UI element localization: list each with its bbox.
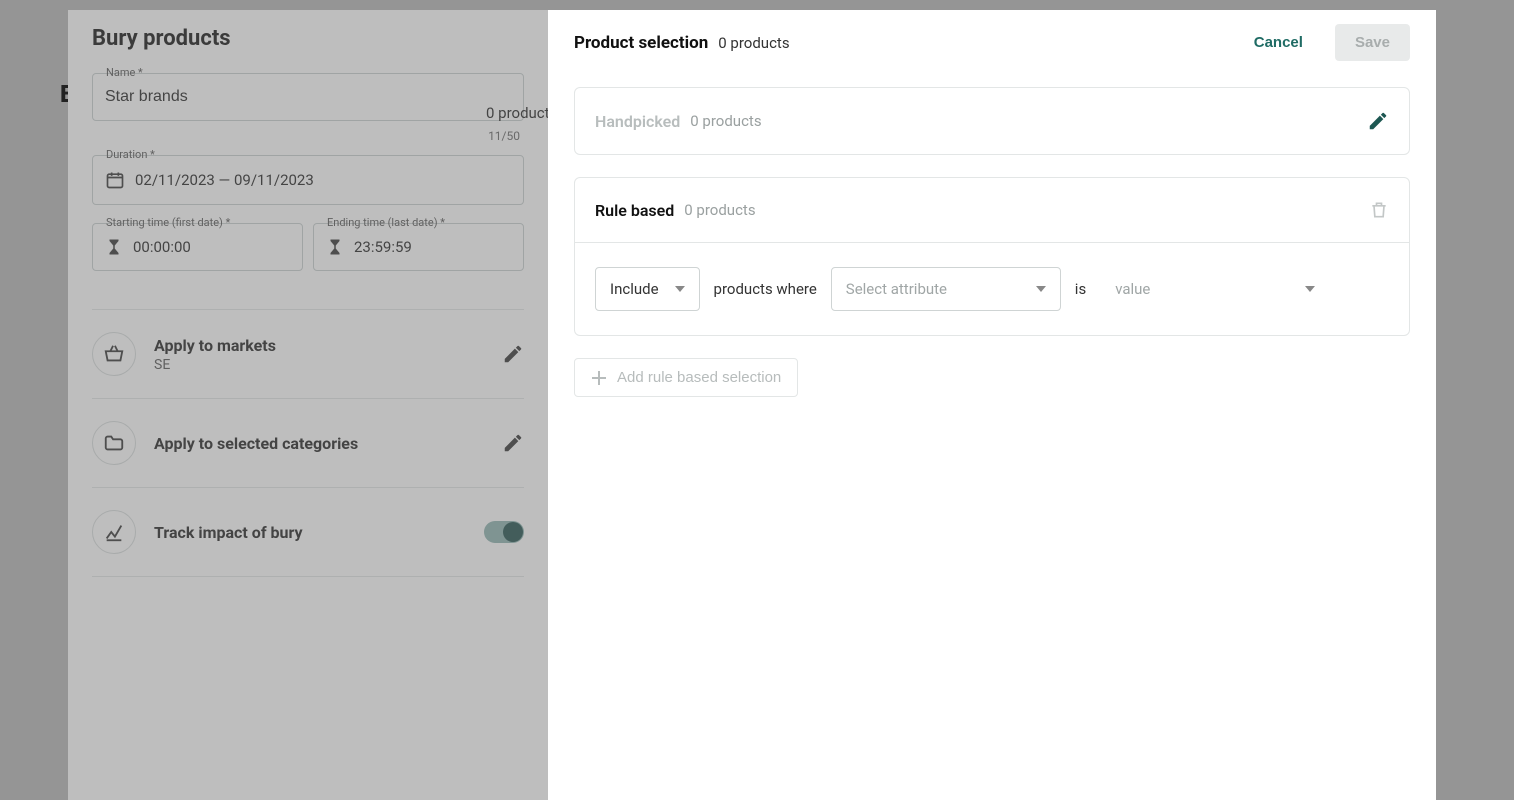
start-time-label: Starting time (first date) * — [102, 216, 234, 229]
basket-icon — [92, 332, 136, 376]
apply-to-categories-row: Apply to selected categories — [92, 399, 524, 488]
name-char-count: 11/50 — [92, 129, 524, 143]
rule-row: Include products where Select attribute … — [575, 242, 1409, 335]
duration-picker[interactable]: 02/11/2023 — 09/11/2023 — [92, 155, 524, 205]
rule-based-card: Rule based 0 products Include products w… — [574, 177, 1410, 336]
value-placeholder: value — [1115, 280, 1150, 298]
products-where-text: products where — [714, 280, 817, 298]
categories-title: Apply to selected categories — [154, 434, 484, 453]
analytics-icon — [92, 510, 136, 554]
include-exclude-select[interactable]: Include — [595, 267, 700, 311]
edit-markets-button[interactable] — [502, 343, 524, 365]
duration-value: 02/11/2023 — 09/11/2023 — [135, 171, 314, 189]
markets-sub: SE — [154, 357, 484, 373]
bury-products-panel: Bury products Name * 11/50 Duration * 02… — [68, 10, 548, 800]
panel-header: Product selection 0 products Cancel Save — [548, 10, 1436, 75]
rule-based-title: Rule based — [595, 201, 674, 220]
apply-to-markets-row: Apply to markets SE — [92, 310, 524, 399]
duration-label: Duration * — [102, 148, 159, 161]
attribute-placeholder: Select attribute — [846, 280, 947, 298]
handpicked-card: Handpicked 0 products — [574, 87, 1410, 155]
cancel-button[interactable]: Cancel — [1240, 24, 1317, 61]
handpicked-title: Handpicked — [595, 112, 680, 131]
chevron-down-icon — [675, 286, 685, 292]
product-selection-count: 0 products — [718, 34, 789, 52]
end-time-value: 23:59:59 — [354, 238, 412, 256]
product-selection-panel: Product selection 0 products Cancel Save… — [548, 10, 1436, 800]
folder-icon — [92, 421, 136, 465]
handpicked-count: 0 products — [690, 112, 761, 130]
name-input[interactable] — [105, 88, 511, 106]
add-rule-based-selection-button[interactable]: Add rule based selection — [574, 358, 798, 397]
name-label: Name * — [102, 66, 147, 79]
background-product-count: 0 product — [486, 104, 550, 122]
end-time-picker[interactable]: 23:59:59 — [313, 223, 524, 271]
markets-title: Apply to markets — [154, 336, 484, 355]
panel-title: Bury products — [92, 26, 524, 51]
edit-handpicked-button[interactable] — [1367, 110, 1389, 132]
product-selection-title: Product selection — [574, 33, 708, 53]
edit-categories-button[interactable] — [502, 432, 524, 454]
rule-based-count: 0 products — [684, 201, 755, 219]
save-button[interactable]: Save — [1335, 24, 1410, 61]
value-select[interactable]: value — [1100, 267, 1330, 311]
hourglass-icon — [105, 238, 123, 256]
chevron-down-icon — [1305, 286, 1315, 292]
start-time-value: 00:00:00 — [133, 238, 191, 256]
chevron-down-icon — [1036, 286, 1046, 292]
calendar-icon — [105, 170, 125, 190]
track-impact-toggle[interactable] — [484, 521, 524, 543]
name-field[interactable] — [92, 73, 524, 121]
attribute-select[interactable]: Select attribute — [831, 267, 1061, 311]
track-impact-row: Track impact of bury — [92, 488, 524, 577]
include-label: Include — [610, 280, 659, 298]
track-title: Track impact of bury — [154, 523, 466, 542]
end-time-label: Ending time (last date) * — [323, 216, 449, 229]
is-text: is — [1075, 280, 1086, 298]
start-time-picker[interactable]: 00:00:00 — [92, 223, 303, 271]
delete-rule-button[interactable] — [1369, 200, 1389, 220]
plus-icon — [591, 370, 607, 386]
add-rule-label: Add rule based selection — [617, 369, 781, 386]
hourglass-icon — [326, 238, 344, 256]
